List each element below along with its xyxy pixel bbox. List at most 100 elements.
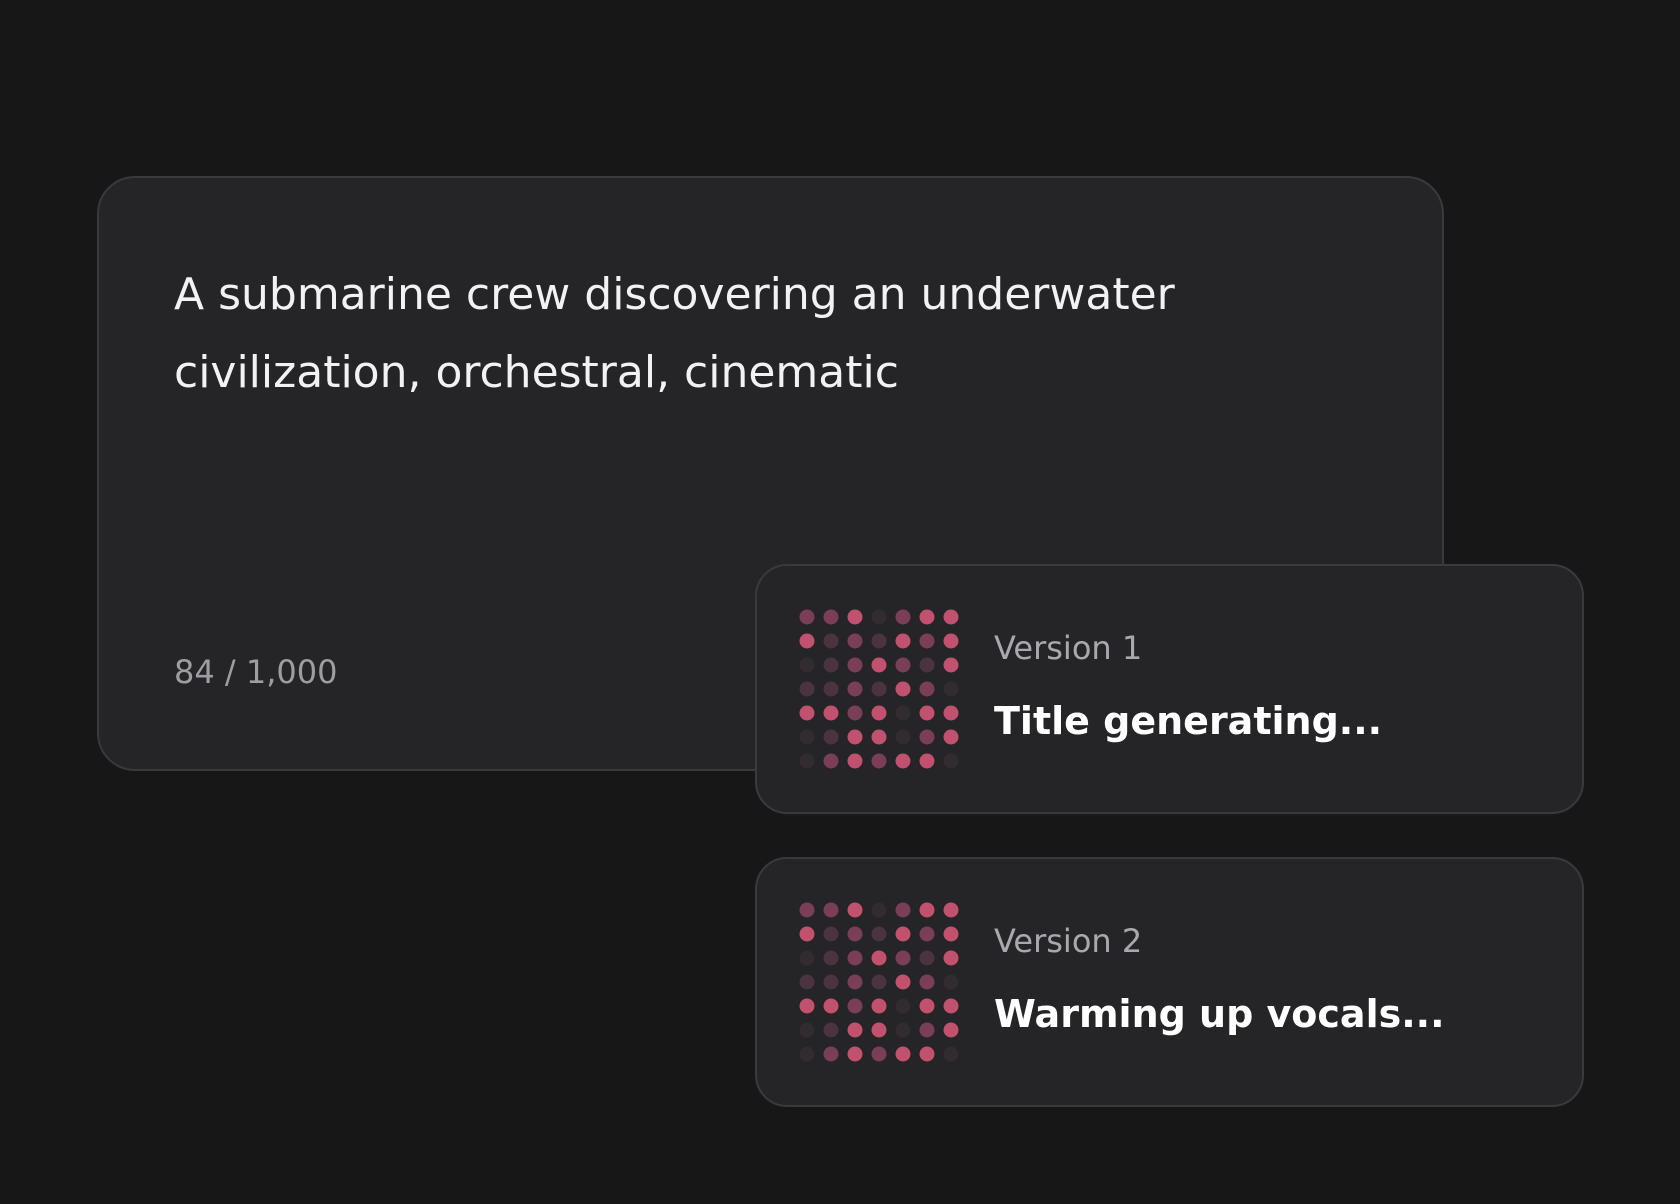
matrix-dot (871, 1046, 887, 1062)
matrix-dot (895, 657, 911, 673)
matrix-dot (871, 609, 887, 625)
matrix-dot (847, 633, 863, 649)
matrix-dot (919, 633, 935, 649)
matrix-dot (871, 950, 887, 966)
character-count: 84 / 1,000 (174, 653, 338, 691)
matrix-dot (943, 729, 959, 745)
matrix-dot (799, 681, 815, 697)
matrix-dot (823, 657, 839, 673)
matrix-dot (799, 729, 815, 745)
version-status: Title generating... (994, 699, 1383, 743)
matrix-dot (919, 926, 935, 942)
matrix-dot (895, 705, 911, 721)
matrix-dot (823, 609, 839, 625)
matrix-dot (847, 950, 863, 966)
matrix-dot (823, 950, 839, 966)
matrix-dot (847, 998, 863, 1014)
matrix-dot (919, 609, 935, 625)
matrix-dot (871, 902, 887, 918)
matrix-dot (871, 974, 887, 990)
matrix-dot (943, 657, 959, 673)
matrix-dot (943, 902, 959, 918)
matrix-dot (799, 974, 815, 990)
matrix-dot (943, 681, 959, 697)
matrix-dot (799, 753, 815, 769)
matrix-dot (823, 1022, 839, 1038)
matrix-dot (799, 1022, 815, 1038)
matrix-dot (919, 1022, 935, 1038)
matrix-dot (823, 705, 839, 721)
matrix-dot (919, 1046, 935, 1062)
matrix-dot (823, 902, 839, 918)
matrix-dot (799, 609, 815, 625)
matrix-dot (847, 609, 863, 625)
matrix-dot (871, 729, 887, 745)
matrix-dot (847, 974, 863, 990)
matrix-dot (895, 1046, 911, 1062)
matrix-dot (799, 950, 815, 966)
matrix-dot (847, 902, 863, 918)
matrix-dot (919, 753, 935, 769)
matrix-dot (847, 657, 863, 673)
dot-matrix-waveform-icon (799, 902, 959, 1062)
matrix-dot (895, 998, 911, 1014)
matrix-dot (871, 1022, 887, 1038)
matrix-dot (871, 753, 887, 769)
matrix-dot (871, 705, 887, 721)
matrix-dot (943, 753, 959, 769)
version-card-2[interactable]: Version 2 Warming up vocals... (755, 857, 1584, 1107)
matrix-dot (943, 609, 959, 625)
version-card-1[interactable]: Version 1 Title generating... (755, 564, 1584, 814)
prompt-text[interactable]: A submarine crew discovering an underwat… (174, 256, 1254, 412)
matrix-dot (871, 657, 887, 673)
matrix-dot (847, 1046, 863, 1062)
matrix-dot (847, 926, 863, 942)
matrix-dot (871, 633, 887, 649)
matrix-dot (847, 705, 863, 721)
matrix-dot (847, 681, 863, 697)
version-status: Warming up vocals... (994, 992, 1445, 1036)
matrix-dot (895, 609, 911, 625)
matrix-dot (943, 950, 959, 966)
matrix-dot (895, 926, 911, 942)
version-label: Version 2 (994, 922, 1143, 960)
matrix-dot (799, 902, 815, 918)
matrix-dot (895, 681, 911, 697)
matrix-dot (823, 974, 839, 990)
matrix-dot (919, 950, 935, 966)
matrix-dot (823, 998, 839, 1014)
matrix-dot (895, 902, 911, 918)
matrix-dot (919, 657, 935, 673)
matrix-dot (919, 974, 935, 990)
matrix-dot (823, 926, 839, 942)
matrix-dot (847, 729, 863, 745)
matrix-dot (823, 1046, 839, 1062)
matrix-dot (823, 753, 839, 769)
matrix-dot (943, 1046, 959, 1062)
matrix-dot (799, 926, 815, 942)
matrix-dot (799, 998, 815, 1014)
matrix-dot (823, 633, 839, 649)
matrix-dot (895, 950, 911, 966)
matrix-dot (919, 902, 935, 918)
matrix-dot (799, 657, 815, 673)
matrix-dot (943, 705, 959, 721)
matrix-dot (823, 729, 839, 745)
matrix-dot (871, 681, 887, 697)
matrix-dot (943, 974, 959, 990)
version-label: Version 1 (994, 629, 1143, 667)
matrix-dot (871, 998, 887, 1014)
matrix-dot (799, 705, 815, 721)
matrix-dot (943, 1022, 959, 1038)
matrix-dot (919, 705, 935, 721)
matrix-dot (895, 753, 911, 769)
matrix-dot (943, 926, 959, 942)
dot-matrix-waveform-icon (799, 609, 959, 769)
matrix-dot (919, 998, 935, 1014)
matrix-dot (847, 1022, 863, 1038)
matrix-dot (895, 729, 911, 745)
matrix-dot (799, 633, 815, 649)
matrix-dot (919, 729, 935, 745)
matrix-dot (823, 681, 839, 697)
matrix-dot (943, 633, 959, 649)
